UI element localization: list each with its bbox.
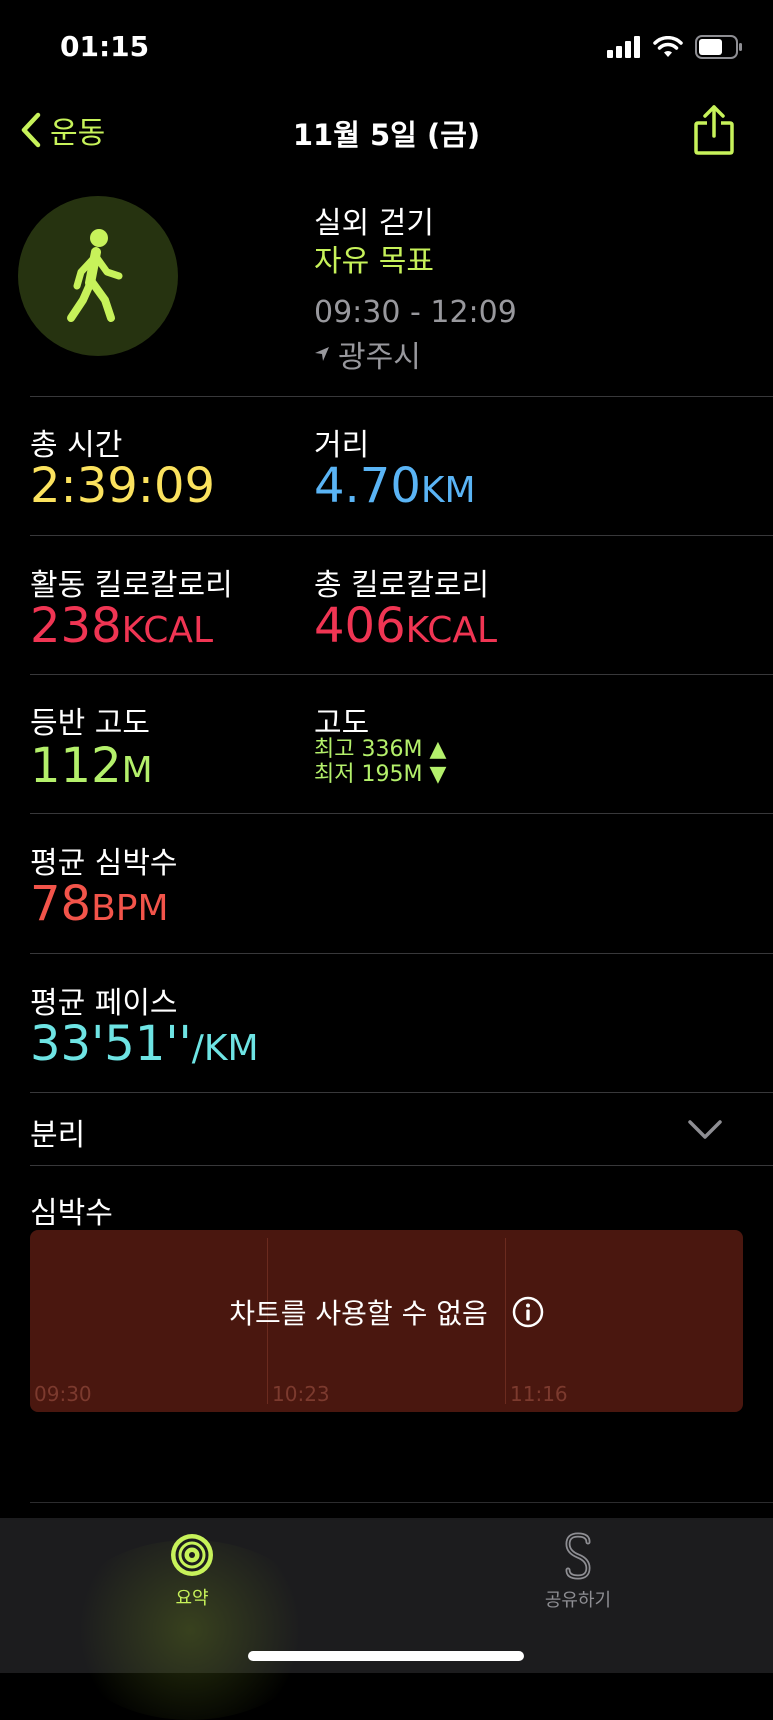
elevation-gain-label: 등반 고도 xyxy=(30,706,150,741)
elevation-low: 최저 195M ▼ xyxy=(314,762,447,787)
divider xyxy=(30,1092,773,1093)
splits-label[interactable]: 분리 xyxy=(30,1110,85,1154)
share-icon[interactable] xyxy=(693,104,735,156)
wifi-icon xyxy=(653,36,683,57)
status-time: 01:15 xyxy=(60,30,150,63)
elevation-gain-value: 112M xyxy=(30,738,153,794)
chart-unavailable-text: 차트를 사용할 수 없음 xyxy=(229,1297,488,1330)
info-icon[interactable] xyxy=(512,1296,544,1328)
elevation-high: 최고 336M ▲ xyxy=(314,737,447,762)
tab-sharing[interactable]: 공유하기 xyxy=(528,1532,628,1612)
tab-summary[interactable]: 요약 xyxy=(142,1532,242,1610)
back-button[interactable]: 운동 xyxy=(20,108,105,152)
workout-icon-badge xyxy=(18,196,178,356)
page-title: 11월 5일 (금) xyxy=(292,118,481,152)
workout-time-range: 09:30 - 12:09 xyxy=(314,295,517,330)
battery-icon xyxy=(695,35,742,59)
total-time-value: 2:39:09 xyxy=(30,458,216,514)
heart-rate-chart: 차트를 사용할 수 없음 09:30 10:23 11:16 xyxy=(30,1230,743,1412)
elevation-label: 고도 xyxy=(314,706,370,741)
tab-summary-label: 요약 xyxy=(175,1588,209,1609)
chart-tick: 09:30 xyxy=(34,1382,92,1406)
location-arrow-icon xyxy=(315,347,329,361)
avg-hr-value: 78BPM xyxy=(30,876,169,932)
chart-unavailable-message: 차트를 사용할 수 없음 xyxy=(30,1292,743,1332)
divider xyxy=(30,535,773,536)
chart-tick: 11:16 xyxy=(510,1382,568,1406)
divider xyxy=(30,674,773,675)
status-icons xyxy=(607,34,743,60)
chevron-left-icon xyxy=(21,112,41,148)
divider xyxy=(30,813,773,814)
active-kcal-value: 238KCAL xyxy=(30,598,214,654)
tab-sharing-label: 공유하기 xyxy=(544,1590,612,1611)
location-name: 광주시 xyxy=(338,340,421,375)
divider xyxy=(30,1165,773,1166)
cellular-signal-icon xyxy=(607,36,640,58)
heart-rate-label: 심박수 xyxy=(30,1196,113,1231)
divider xyxy=(30,1502,773,1503)
divider xyxy=(30,953,773,954)
avg-pace-value: 33'51''/KM xyxy=(30,1016,259,1072)
chart-tick: 10:23 xyxy=(272,1382,330,1406)
activity-rings-icon xyxy=(171,1534,213,1576)
chevron-down-icon[interactable] xyxy=(687,1118,723,1142)
sharing-icon xyxy=(565,1532,591,1580)
divider xyxy=(30,396,773,397)
back-label: 운동 xyxy=(50,116,106,151)
workout-goal: 자유 목표 xyxy=(314,244,434,279)
home-indicator xyxy=(248,1651,524,1661)
workout-location: 광주시 xyxy=(314,332,421,376)
total-kcal-value: 406KCAL xyxy=(314,598,498,654)
distance-value: 4.70KM xyxy=(314,458,476,514)
walking-figure-icon xyxy=(67,229,123,322)
